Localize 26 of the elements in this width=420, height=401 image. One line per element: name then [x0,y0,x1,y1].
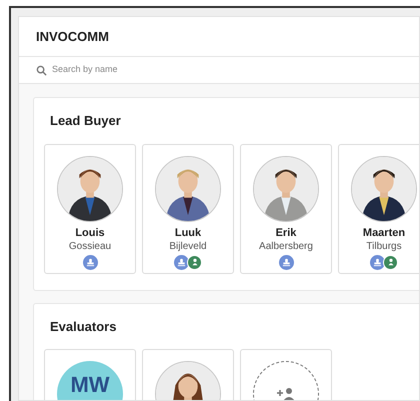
stamp-icon [282,258,290,266]
stamp-icon [373,258,382,266]
member-card[interactable]: Maarten Tilburgs [338,144,419,274]
member-card[interactable]: Luuk Bijleveld [142,144,234,274]
person-icon [386,258,394,266]
first-name: Luuk [174,226,202,240]
search-icon [36,64,47,76]
first-name: Erik [276,226,296,240]
app-title: INVOCOMM [36,28,109,46]
section-title: Evaluators [50,318,116,336]
add-person-icon [276,387,296,400]
last-name: Bijleveld [169,240,207,254]
member-card[interactable]: MW [44,349,136,400]
member-card[interactable]: Erik Aalbersberg [240,144,332,274]
stamp-icon [86,258,94,266]
person-icon [190,258,198,266]
last-name: Gossieau [68,240,112,254]
last-name: Aalbersberg [259,240,313,254]
initials-avatar: MW [57,361,123,400]
last-name: Tilburgs [366,240,402,254]
stamp-icon [177,258,186,266]
search-field[interactable]: Search by name [52,63,252,77]
first-name: Louis [75,226,105,240]
member-card[interactable]: Louis Gossieau [44,144,136,274]
section-title: Lead Buyer [50,112,121,130]
first-name: Maarten [362,226,406,240]
